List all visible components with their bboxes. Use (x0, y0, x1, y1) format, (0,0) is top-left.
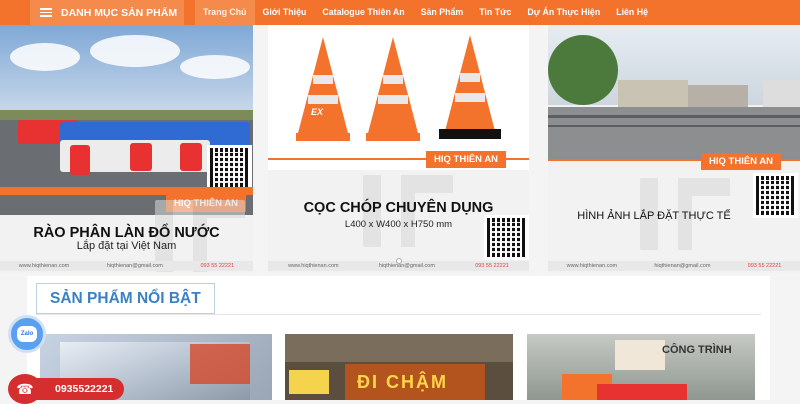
hamburger-icon (40, 8, 52, 17)
banner-title: RÀO PHÂN LÀN ĐỔ NƯỚC (33, 225, 220, 241)
qr-code-icon (753, 173, 798, 218)
banner-water-barrier[interactable]: HIQ THIÊN AN RÀO PHÂN LÀN ĐỔ NƯỚC Lắp đặ… (0, 25, 253, 273)
top-nav: DANH MỤC SẢN PHẨM Trang Chủ Giới Thiệu C… (0, 0, 800, 25)
brand-tag: HIQ THIÊN AN (426, 151, 507, 168)
product-card[interactable]: CÔNG TRÌNH (527, 334, 755, 400)
zalo-icon: Zalo (17, 326, 37, 342)
menu-item-contact[interactable]: Liên Hệ (608, 0, 656, 25)
banner-footer: www.hiqthienan.com hiqthienan@gmail.com … (0, 261, 253, 271)
menu-item-projects[interactable]: Dự Án Thực Hiện (519, 0, 608, 25)
category-menu-button[interactable]: DANH MỤC SẢN PHẨM (30, 0, 184, 25)
menu-item-catalogue[interactable]: Catalogue Thiên An (314, 0, 412, 25)
featured-title: SẢN PHẨM NỔI BẬT (36, 283, 215, 314)
banner-title: HÌNH ẢNH LẮP ĐẶT THỰC TẾ (577, 210, 731, 222)
zalo-chat-button[interactable]: Zalo (8, 315, 46, 353)
banner-photo (0, 25, 253, 120)
banner-footer: www.hiqthienan.com hiqthienan@gmail.com … (548, 261, 800, 271)
qr-code-icon (207, 145, 252, 190)
banner-installation[interactable]: HIQ THIÊN AN HÌNH ẢNH LẮP ĐẶT THỰC TẾ ww… (548, 25, 800, 273)
product-card[interactable]: ĐI CHẬM (285, 334, 513, 400)
featured-products-section: SẢN PHẨM NỔI BẬT ĐI CHẬM CÔNG TRÌNH (27, 276, 770, 400)
banner-title: CỌC CHÓP CHUYÊN DỤNG (303, 200, 494, 216)
menu-item-news[interactable]: Tin Tức (471, 0, 519, 25)
banner-traffic-cone[interactable]: EX HIQ THIÊN AN CỌC CHÓP CHUYÊN DỤNG L40… (268, 25, 529, 273)
menu-item-home[interactable]: Trang Chủ (195, 0, 255, 25)
slider-dot[interactable] (396, 258, 402, 264)
menu-item-about[interactable]: Giới Thiệu (255, 0, 315, 25)
menu-item-products[interactable]: Sản Phẩm (413, 0, 472, 25)
brand-tag: HIQ THIÊN AN (701, 153, 782, 170)
qr-code-icon (484, 215, 529, 260)
banner-subtitle: Lắp đặt tại Việt Nam (76, 240, 177, 252)
category-menu-label: DANH MỤC SẢN PHẨM (61, 6, 178, 19)
main-menu: Trang Chủ Giới Thiệu Catalogue Thiên An … (195, 0, 656, 25)
